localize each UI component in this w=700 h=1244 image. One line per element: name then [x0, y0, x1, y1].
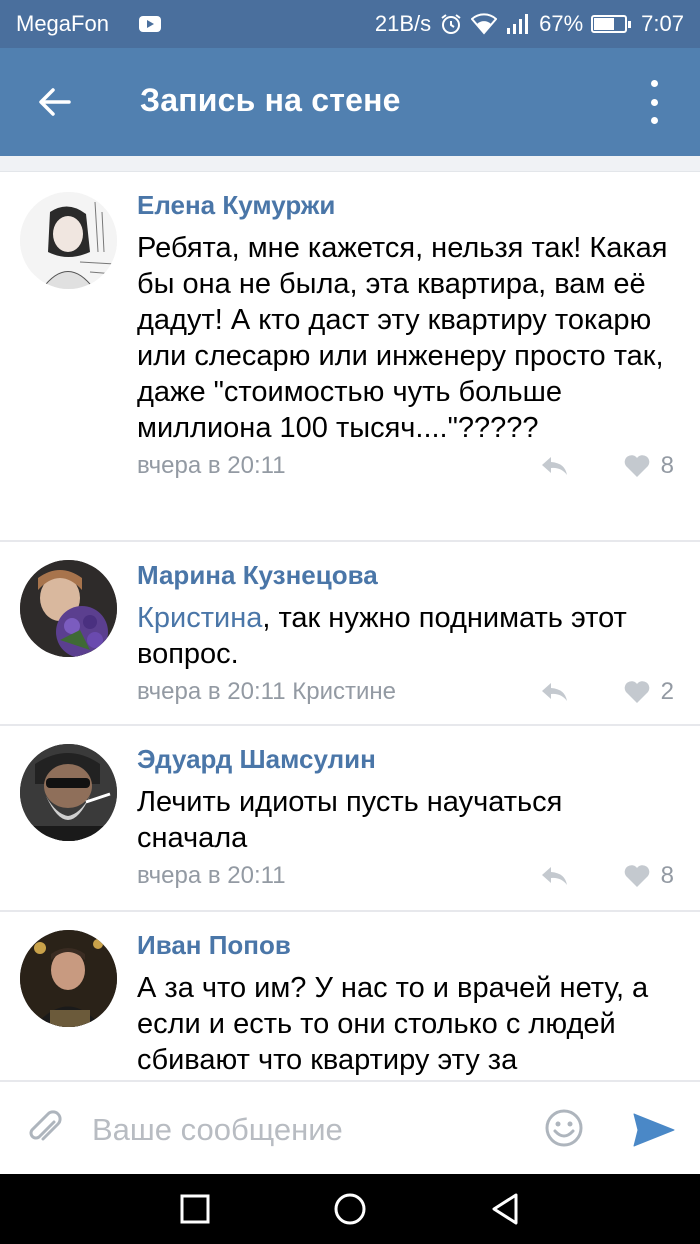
like-count: 8: [660, 862, 674, 889]
comment-meta: вчера в 20:11 8: [137, 858, 680, 894]
heart-icon: [624, 455, 649, 477]
message-input-bar: [0, 1080, 700, 1174]
reply-icon[interactable]: [539, 454, 569, 478]
system-nav-bar: [0, 1174, 700, 1244]
mention-link[interactable]: Кристина: [137, 602, 262, 634]
wifi-icon: [471, 13, 498, 35]
carrier-name: MegaFon: [16, 11, 109, 36]
signal-icon: [507, 14, 529, 34]
avatar[interactable]: [20, 744, 117, 841]
youtube-notification-icon: [138, 16, 161, 32]
like-button[interactable]: 8: [623, 862, 674, 890]
comment-time: вчера в 20:11 Кристине: [137, 678, 396, 705]
comment-text: Лечить идиоты пусть научаться сначала: [137, 786, 563, 854]
status-right: 21B/s 67% 7:07: [375, 11, 684, 37]
status-bar: MegaFon 21B/s 67% 7:07: [0, 0, 700, 48]
heart-icon: [624, 865, 649, 887]
list-top-divider: [0, 156, 700, 172]
like-button[interactable]: 8: [623, 452, 674, 480]
home-icon[interactable]: [332, 1191, 368, 1227]
avatar[interactable]: [20, 192, 117, 289]
comment-author[interactable]: Марина Кузнецова: [137, 560, 680, 590]
battery-percent: 67%: [539, 11, 584, 36]
alarm-icon: [441, 14, 461, 34]
like-count: 8: [660, 452, 674, 479]
message-input[interactable]: [92, 1110, 512, 1150]
battery-icon: [591, 15, 632, 33]
network-speed: 21B/s: [374, 11, 432, 36]
recent-apps-icon[interactable]: [177, 1191, 213, 1227]
app-header: Запись на стене: [0, 48, 700, 156]
reply-icon[interactable]: [539, 864, 569, 888]
comment-time: вчера в 20:11: [137, 862, 286, 889]
more-vert-icon[interactable]: [648, 80, 660, 124]
comment-item[interactable]: Эдуард Шамсулин Лечить идиоты пусть науч…: [0, 726, 700, 912]
like-button[interactable]: 2: [623, 678, 674, 706]
comment-meta: вчера в 20:11 8: [137, 448, 680, 484]
send-icon[interactable]: [632, 1112, 676, 1148]
page-title: Запись на стене: [140, 82, 401, 118]
comment-item[interactable]: Иван Попов А за что им? У нас то и враче…: [0, 912, 700, 1080]
heart-icon: [624, 681, 649, 703]
comment-time: вчера в 20:11: [137, 452, 286, 479]
back-nav-icon[interactable]: [488, 1191, 524, 1227]
comments-list[interactable]: Елена Кумуржи Ребята, мне кажется, нельз…: [0, 156, 700, 1080]
comment-meta: вчера в 20:11 Кристине 2: [137, 674, 680, 710]
emoji-icon[interactable]: [544, 1108, 584, 1148]
comment-author[interactable]: Иван Попов: [137, 930, 680, 960]
comment-author[interactable]: Елена Кумуржи: [137, 190, 680, 220]
clock: 7:07: [641, 11, 684, 36]
comment-text: А за что им? У нас то и врачей нету, а е…: [137, 972, 649, 1076]
attach-icon[interactable]: [24, 1108, 64, 1148]
comment-item[interactable]: Елена Кумуржи Ребята, мне кажется, нельз…: [0, 172, 700, 542]
comment-author[interactable]: Эдуард Шамсулин: [137, 744, 680, 774]
arrow-left-icon[interactable]: [36, 84, 72, 120]
avatar[interactable]: [20, 930, 117, 1027]
comment-text: Кристина, так нужно поднимать этот вопро…: [137, 600, 680, 672]
reply-icon[interactable]: [539, 680, 569, 704]
comment-item[interactable]: Марина Кузнецова Кристина, так нужно под…: [0, 542, 700, 726]
like-count: 2: [660, 678, 674, 705]
comment-text: Ребята, мне кажется, нельзя так! Какая б…: [137, 232, 668, 444]
avatar[interactable]: [20, 560, 117, 657]
